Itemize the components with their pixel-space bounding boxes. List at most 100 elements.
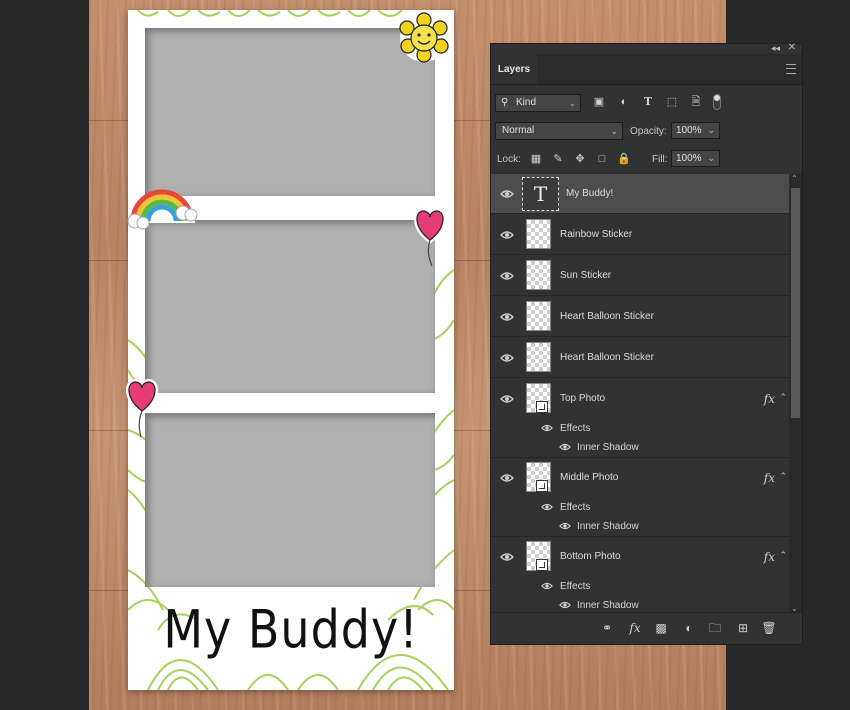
chevron-down-icon: ⌄ — [610, 126, 618, 136]
lock-all-icon[interactable]: 🔒 — [617, 152, 631, 166]
inner-shadow-label: Inner Shadow — [577, 521, 639, 532]
close-icon[interactable]: ✕ — [788, 42, 796, 53]
heart-balloon-sticker-icon[interactable] — [123, 377, 161, 439]
lock-image-pixels-icon[interactable]: ✎ — [551, 152, 565, 166]
photo-strip[interactable]: My Buddy! — [128, 10, 454, 690]
layers-scrollbar[interactable]: ⌃ ⌄ — [789, 174, 802, 613]
layer-row[interactable]: Top Photo fx ⌃ Effects Inner Shadow — [491, 379, 789, 458]
inner-shadow-row[interactable]: Inner Shadow — [491, 517, 789, 536]
eye-icon[interactable] — [559, 520, 571, 532]
eye-icon[interactable] — [541, 422, 553, 434]
sun-sticker-icon[interactable] — [397, 12, 451, 64]
add-mask-icon[interactable]: ▩ — [653, 620, 669, 636]
layer-name: My Buddy! — [566, 188, 614, 199]
chevron-down-icon: ⌄ — [568, 98, 576, 108]
layers-list[interactable]: T My Buddy! Rainbow Sticker Sun Sticker … — [491, 174, 789, 613]
rainbow-sticker-icon[interactable] — [125, 183, 199, 231]
eye-icon[interactable] — [541, 501, 553, 513]
text-layer-thumbnail: T — [522, 177, 559, 211]
layer-row[interactable]: Heart Balloon Sticker — [491, 338, 789, 378]
panel-footer: ⚭ fx ▩ ◐ 🗀 ⊞ 🗑 — [491, 612, 802, 644]
fx-icon[interactable]: fx — [764, 471, 775, 485]
layer-thumbnail — [526, 260, 551, 290]
bottom-photo-placeholder[interactable] — [145, 413, 435, 587]
eye-icon[interactable] — [500, 310, 514, 324]
layers-panel[interactable]: ◂◂ ✕ Layers ⚲ Kind ⌄ ▣ ◐ T ⬚ 🗎 Normal ⌄ — [490, 42, 803, 645]
collapse-effects-icon[interactable]: ⌃ — [779, 392, 787, 403]
eye-icon[interactable] — [559, 441, 571, 453]
delete-layer-icon[interactable]: 🗑 — [761, 620, 777, 636]
eye-icon[interactable] — [500, 471, 514, 485]
lock-transparent-pixels-icon[interactable]: ▦ — [529, 152, 543, 166]
collapse-effects-icon[interactable]: ⌃ — [779, 550, 787, 561]
workspace: My Buddy! ◂◂ ✕ Layers ⚲ Kind ⌄ ▣ ◐ T ⬚ 🗎… — [0, 0, 850, 710]
lock-position-icon[interactable]: ✥ — [573, 152, 587, 166]
link-layers-icon[interactable]: ⚭ — [599, 620, 615, 636]
pixel-layer-filter-icon[interactable]: ▣ — [592, 95, 606, 109]
adjustment-layer-filter-icon[interactable]: ◐ — [617, 95, 631, 109]
filter-row: ⚲ Kind ⌄ ▣ ◐ T ⬚ 🗎 — [491, 90, 802, 118]
opacity-field[interactable]: 100% ⌄ — [671, 122, 720, 139]
panel-menu-icon[interactable] — [786, 64, 796, 74]
lock-artboard-icon[interactable]: □ — [595, 152, 609, 166]
new-adjustment-layer-icon[interactable]: ◐ — [681, 620, 697, 636]
shape-layer-filter-icon[interactable]: ⬚ — [665, 95, 679, 109]
inner-shadow-row[interactable]: Inner Shadow — [491, 596, 789, 613]
tab-layers[interactable]: Layers — [491, 54, 537, 84]
collapse-effects-icon[interactable]: ⌃ — [779, 471, 787, 482]
inner-shadow-label: Inner Shadow — [577, 442, 639, 453]
inner-shadow-row[interactable]: Inner Shadow — [491, 438, 789, 457]
effects-label: Effects — [560, 423, 591, 434]
top-photo-placeholder[interactable] — [145, 28, 435, 196]
filter-kind-select[interactable]: ⚲ Kind ⌄ — [495, 94, 581, 112]
search-icon: ⚲ — [501, 97, 509, 108]
smart-object-icon — [536, 559, 548, 571]
smart-object-filter-icon[interactable]: 🗎 — [689, 95, 703, 109]
heart-balloon-sticker-icon[interactable] — [412, 206, 448, 268]
layer-row[interactable]: T My Buddy! — [491, 174, 789, 214]
effects-row[interactable]: Effects — [491, 577, 789, 596]
scroll-thumb[interactable] — [791, 188, 800, 418]
caption-text[interactable]: My Buddy! — [128, 598, 454, 660]
fx-icon[interactable]: fx — [764, 392, 775, 406]
type-layer-filter-icon[interactable]: T — [641, 95, 655, 109]
layer-thumbnail — [526, 219, 551, 249]
collapse-icon[interactable]: ◂◂ — [771, 43, 780, 54]
eye-icon[interactable] — [500, 187, 514, 201]
scroll-up-icon[interactable]: ⌃ — [791, 174, 798, 183]
layer-row[interactable]: Heart Balloon Sticker — [491, 297, 789, 337]
blend-mode-value: Normal — [502, 125, 535, 136]
effects-row[interactable]: Effects — [491, 419, 789, 438]
smart-object-icon — [536, 480, 548, 492]
layer-row[interactable]: Sun Sticker — [491, 256, 789, 296]
filter-toggle-switch[interactable] — [713, 94, 721, 110]
eye-icon[interactable] — [541, 580, 553, 592]
chevron-down-icon: ⌄ — [707, 125, 715, 135]
blend-mode-select[interactable]: Normal ⌄ — [495, 122, 623, 140]
layer-row[interactable]: Bottom Photo fx ⌃ Effects Inner Shadow — [491, 537, 789, 613]
eye-icon[interactable] — [500, 392, 514, 406]
layer-name: Heart Balloon Sticker — [560, 352, 654, 363]
middle-photo-placeholder[interactable] — [145, 220, 435, 393]
effects-label: Effects — [560, 581, 591, 592]
eye-icon[interactable] — [559, 599, 571, 611]
add-layer-style-icon[interactable]: fx — [627, 620, 643, 636]
layer-name: Heart Balloon Sticker — [560, 311, 654, 322]
fx-icon[interactable]: fx — [764, 550, 775, 564]
opacity-value: 100% — [676, 125, 702, 136]
effects-row[interactable]: Effects — [491, 498, 789, 517]
inner-shadow-label: Inner Shadow — [577, 600, 639, 611]
effects-label: Effects — [560, 502, 591, 513]
layer-name: Bottom Photo — [560, 551, 621, 562]
eye-icon[interactable] — [500, 550, 514, 564]
fill-field[interactable]: 100% ⌄ — [671, 150, 720, 167]
blend-row: Normal ⌄ Opacity: 100% ⌄ — [491, 118, 802, 146]
eye-icon[interactable] — [500, 228, 514, 242]
new-layer-icon[interactable]: ⊞ — [735, 620, 751, 636]
new-group-icon[interactable]: 🗀 — [707, 620, 723, 636]
eye-icon[interactable] — [500, 269, 514, 283]
eye-icon[interactable] — [500, 351, 514, 365]
panel-title-bar: ◂◂ ✕ — [491, 42, 802, 54]
layer-row[interactable]: Rainbow Sticker — [491, 215, 789, 255]
layer-row[interactable]: Middle Photo fx ⌃ Effects Inner Shadow — [491, 458, 789, 537]
